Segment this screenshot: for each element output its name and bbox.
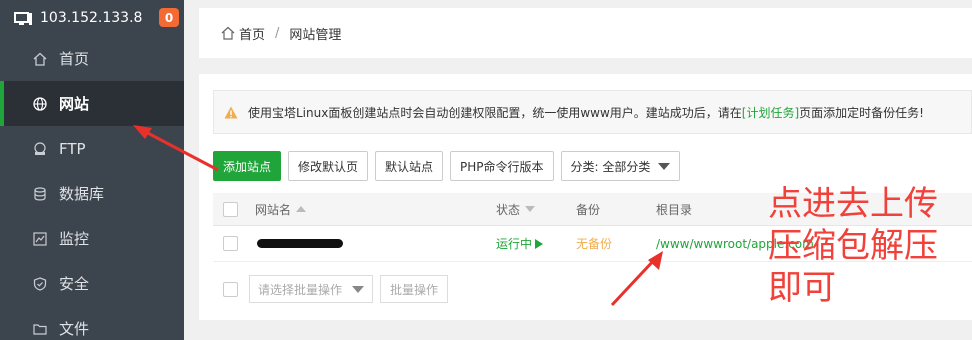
annotation-line: 点进去上传	[768, 184, 938, 224]
arrow-to-root-path-icon	[610, 251, 663, 307]
annotation-text: 点进去上传 压缩包解压 即可	[768, 183, 958, 309]
annotation-line: 压缩包解压	[768, 226, 938, 266]
annotation-line: 即可	[768, 268, 836, 308]
arrow-to-website-icon	[133, 125, 219, 172]
